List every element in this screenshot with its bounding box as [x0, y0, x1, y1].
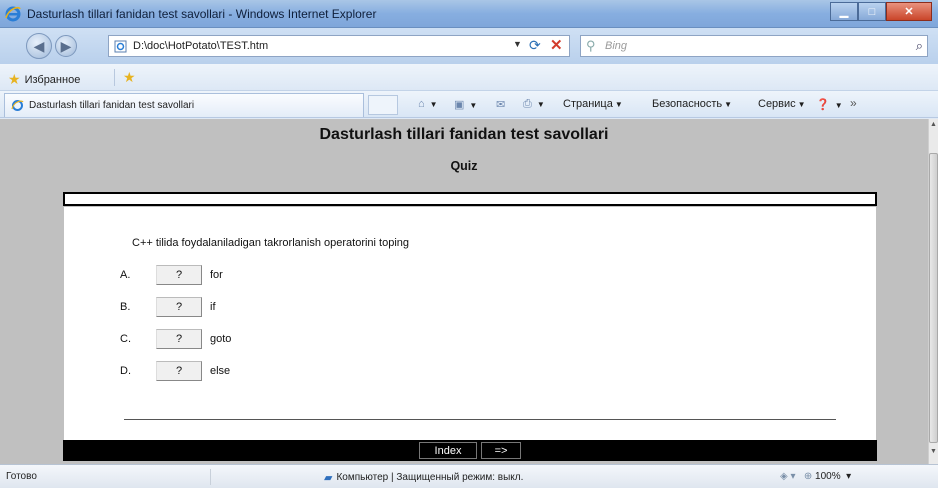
search-box[interactable]: ⚲ Bing ⌕ [580, 35, 928, 57]
navigation-bar: ◀ ▶ D:\doc\HotPotato\TEST.htm ▼ ⟳ ✕ ⚲ Bi… [0, 28, 938, 64]
window-title: Dasturlash tillari fanidan test savollar… [27, 7, 377, 21]
answer-b-button[interactable]: ? [156, 297, 202, 317]
window-controls: ▁ □ ✕ [830, 2, 932, 22]
help-button[interactable]: ❓ ▼ [816, 98, 843, 111]
chevron-down-icon: ▼ [429, 100, 438, 109]
home-icon: ⌂ [418, 98, 425, 110]
chevron-down-icon: ▼ [614, 100, 623, 109]
feeds-button[interactable]: ▣ ▼ [454, 98, 477, 111]
feeds-icon: ▣ [454, 99, 465, 111]
new-tab-button[interactable] [368, 95, 398, 115]
close-button[interactable]: ✕ [886, 2, 932, 21]
vertical-scrollbar[interactable]: ▲ ▼ [928, 119, 938, 464]
tab-label: Dasturlash tillari fanidan test savollar… [29, 100, 195, 111]
security-zone-label: Компьютер | Защищенный режим: выкл. [336, 472, 524, 483]
answer-row-b: B. ? if [120, 297, 216, 317]
mail-button[interactable]: ✉ [496, 98, 508, 111]
quiz-top-bar [63, 192, 877, 206]
favorites-star-icon: ★ [8, 71, 21, 87]
answer-row-a: A. ? for [120, 265, 223, 285]
tab-command-bar: Dasturlash tillari fanidan test savollar… [0, 91, 938, 118]
computer-icon: ▰ [324, 472, 333, 484]
answer-text: goto [210, 333, 232, 345]
chevron-down-icon: ▼ [797, 100, 806, 109]
minimize-button[interactable]: ▁ [830, 2, 858, 21]
home-button[interactable]: ⌂ ▼ [418, 98, 438, 110]
chevron-down-icon: ▼ [536, 100, 545, 109]
more-commands-icon[interactable]: » [850, 96, 857, 110]
answer-letter: C. [120, 333, 131, 345]
zoom-icon: ⊕ [803, 471, 813, 482]
address-bar[interactable]: D:\doc\HotPotato\TEST.htm ▼ ⟳ ✕ [108, 35, 570, 57]
print-button[interactable]: ⎙ ▼ [523, 98, 545, 111]
index-button[interactable]: Index [419, 442, 477, 459]
search-input[interactable]: Bing [605, 40, 627, 52]
answer-letter: A. [120, 269, 131, 281]
zoom-control[interactable]: ◈ ▾ ⊕ 100% ▾ [780, 471, 851, 482]
answer-text: for [210, 269, 223, 281]
answer-d-button[interactable]: ? [156, 361, 202, 381]
favorites-bar: ★ Избранное ★ [0, 64, 938, 91]
safety-menu-label: Безопасность [652, 98, 723, 110]
chevron-down-icon: ▾ [843, 471, 852, 482]
print-icon: ⎙ [523, 98, 532, 110]
forward-button[interactable]: ▶ [55, 35, 77, 57]
protected-mode-icon: ◈ ▾ [780, 471, 796, 482]
stop-icon[interactable]: ✕ [550, 36, 563, 54]
back-arrow-icon: ◀ [33, 37, 45, 54]
quiz-nav-bar: Index => [63, 440, 877, 461]
maximize-button[interactable]: □ [858, 2, 886, 21]
answer-text: else [210, 365, 231, 377]
scroll-up-icon[interactable]: ▲ [929, 121, 938, 135]
scrollbar-thumb[interactable] [929, 153, 938, 443]
refresh-icon[interactable]: ⟳ [529, 37, 541, 54]
answer-row-d: D. ? else [120, 361, 230, 381]
answer-letter: D. [120, 365, 131, 377]
page-menu[interactable]: Страница ▼ [563, 98, 623, 110]
back-button[interactable]: ◀ [26, 33, 52, 59]
answer-letter: B. [120, 301, 131, 313]
divider [124, 419, 836, 420]
quiz-top-bar-inner [65, 194, 875, 204]
chevron-down-icon: ▼ [469, 101, 478, 110]
page-title: Dasturlash tillari fanidan test savollar… [319, 126, 609, 143]
next-button[interactable]: => [481, 442, 521, 459]
chevron-down-icon: ▼ [834, 101, 843, 110]
favorites-button[interactable]: ★ Избранное [8, 71, 80, 88]
tab-page-icon [11, 100, 24, 111]
mail-icon: ✉ [496, 99, 506, 111]
page-subtitle: Quiz [450, 159, 478, 173]
browser-tab[interactable]: Dasturlash tillari fanidan test savollar… [4, 93, 364, 117]
zoom-level: 100% [815, 471, 841, 482]
status-bar: Готово ▰ Компьютер | Защищенный режим: в… [0, 464, 938, 488]
address-dropdown-icon[interactable]: ▼ [513, 39, 522, 49]
scroll-down-icon[interactable]: ▼ [929, 448, 938, 462]
answer-c-button[interactable]: ? [156, 329, 202, 349]
status-separators [210, 469, 306, 485]
tools-menu-label: Сервис [758, 98, 796, 110]
address-url[interactable]: D:\doc\HotPotato\TEST.htm [133, 40, 268, 52]
page-content: Dasturlash tillari fanidan test savollar… [0, 119, 928, 464]
answer-row-c: C. ? goto [120, 329, 231, 349]
chevron-down-icon: ▼ [724, 100, 733, 109]
page-icon [114, 40, 127, 53]
forward-arrow-icon: ▶ [60, 37, 72, 54]
window-title-bar: Dasturlash tillari fanidan test savollar… [0, 0, 938, 28]
answer-text: if [210, 301, 216, 313]
search-provider-icon: ⚲ [586, 38, 596, 53]
status-text: Готово [6, 471, 37, 482]
search-icon[interactable]: ⌕ [916, 38, 923, 54]
question-panel: C++ tilida foydalaniladigan takrorlanish… [64, 207, 876, 440]
answer-a-button[interactable]: ? [156, 265, 202, 285]
page-menu-label: Страница [563, 98, 613, 110]
tools-menu[interactable]: Сервис ▼ [758, 98, 806, 110]
add-to-favorites-icon[interactable]: ★ [114, 69, 136, 86]
internet-explorer-icon [5, 6, 21, 22]
safety-menu[interactable]: Безопасность ▼ [652, 98, 732, 110]
security-zone[interactable]: ▰ Компьютер | Защищенный режим: выкл. [324, 471, 523, 484]
question-text: C++ tilida foydalaniladigan takrorlanish… [132, 237, 410, 249]
help-icon: ❓ [816, 99, 830, 111]
favorites-label: Избранное [24, 73, 81, 86]
